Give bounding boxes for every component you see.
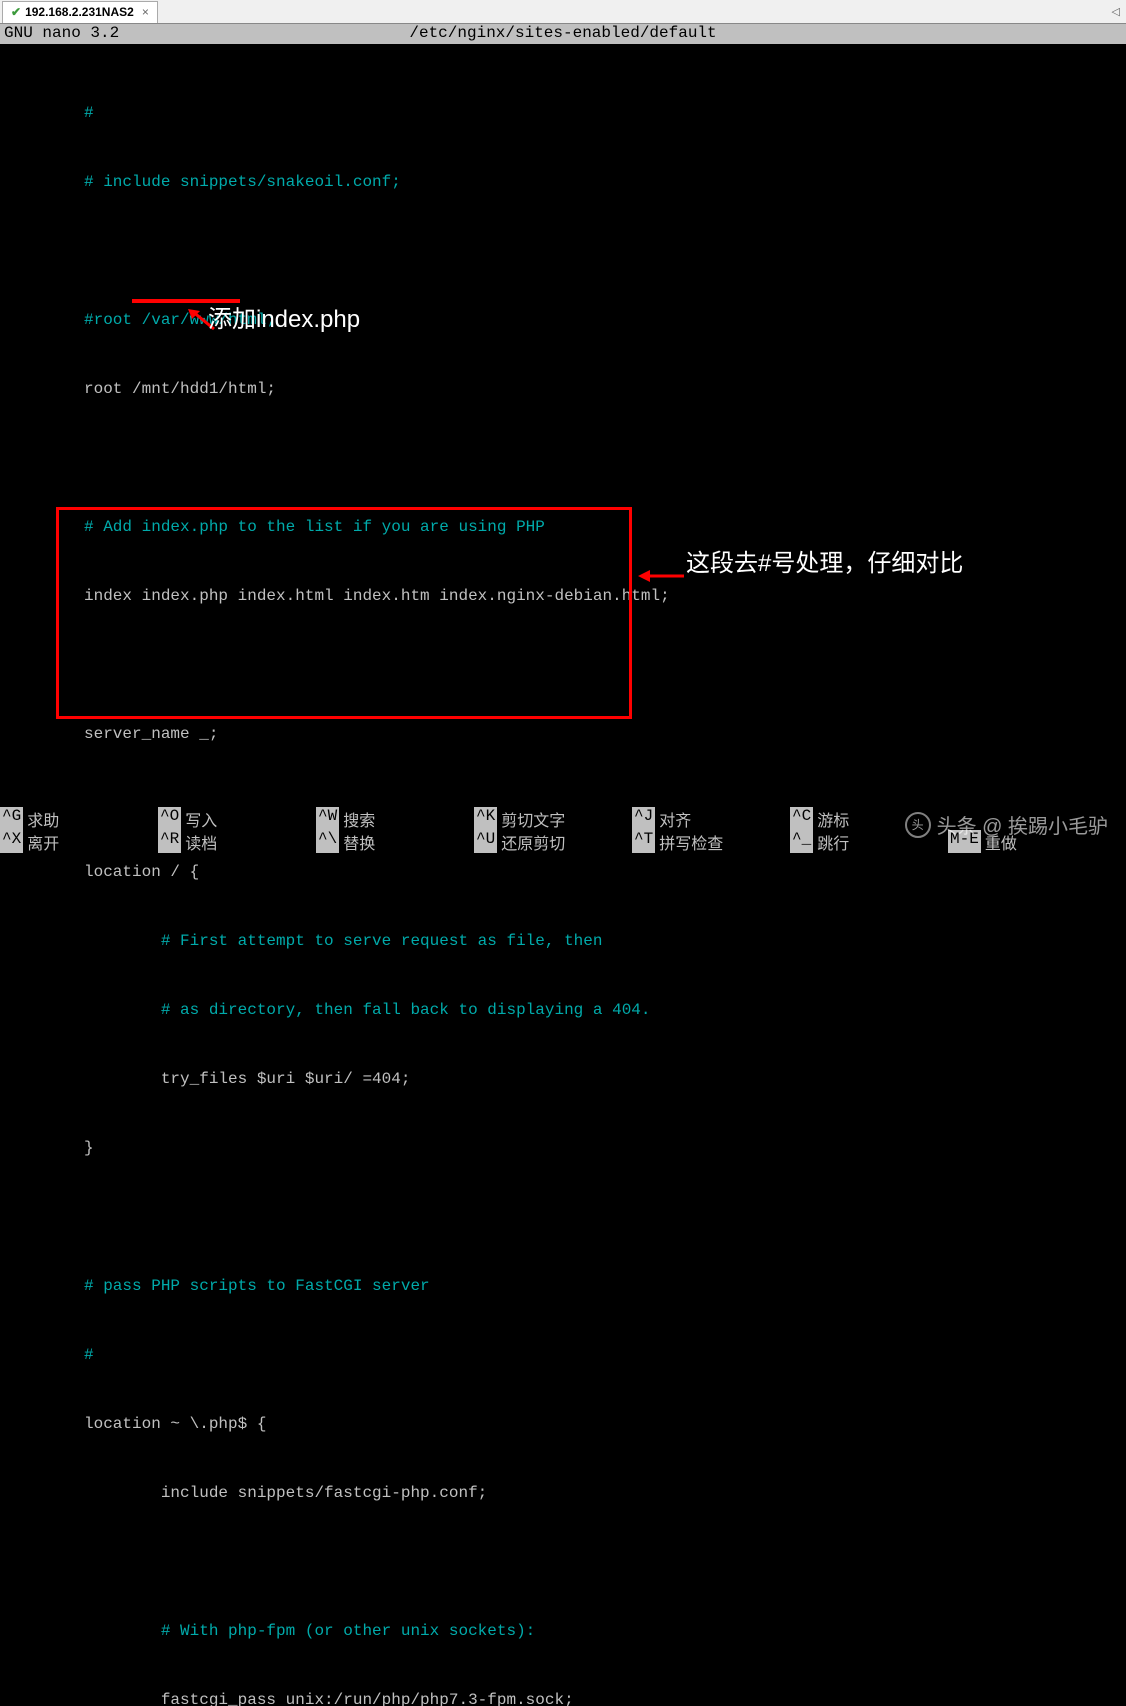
code-line: root /mnt/hdd1/html; [0, 378, 1126, 401]
code-line: # include snippets/snakeoil.conf; [0, 171, 1126, 194]
code-line: # pass PHP scripts to FastCGI server [0, 1275, 1126, 1298]
editor-app-name: GNU nano 3.2 [4, 24, 119, 44]
editor-content[interactable]: # # include snippets/snakeoil.conf; #roo… [0, 44, 1126, 1706]
annotation-text: 这段去#号处理，仔细对比 [686, 552, 963, 575]
shortcut-read[interactable]: ^R读档 [158, 830, 316, 853]
annotation-text: 添加index.php [208, 308, 360, 331]
code-line: # With php-fpm (or other unix sockets): [0, 1620, 1126, 1643]
code-line: fastcgi_pass unix:/run/php/php7.3-fpm.so… [0, 1689, 1126, 1706]
editor-title-bar: GNU nano 3.2 /etc/nginx/sites-enabled/de… [0, 24, 1126, 44]
tab[interactable]: ✔ 192.168.2.231NAS2 × [2, 1, 158, 23]
shortcut-writeout[interactable]: ^O写入 [158, 807, 316, 830]
shortcut-replace[interactable]: ^\替换 [316, 830, 474, 853]
code-line [0, 1206, 1126, 1229]
terminal: GNU nano 3.2 /etc/nginx/sites-enabled/de… [0, 24, 1126, 853]
code-line: try_files $uri $uri/ =404; [0, 1068, 1126, 1091]
code-line: # [0, 1344, 1126, 1367]
code-line [0, 1551, 1126, 1574]
code-line: include snippets/fastcgi-php.conf; [0, 1482, 1126, 1505]
shortcut-justify[interactable]: ^J对齐 [632, 807, 790, 830]
watermark-text: 头条 @ 挨踢小毛驴 [937, 810, 1108, 839]
code-line: location / { [0, 861, 1126, 884]
tab-title: 192.168.2.231NAS2 [25, 5, 134, 19]
arrow-icon [638, 566, 686, 586]
check-icon: ✔ [11, 5, 21, 19]
shortcut-help[interactable]: ^G求助 [0, 807, 158, 830]
highlight-box [56, 507, 632, 719]
editor-file-path: /etc/nginx/sites-enabled/default [409, 24, 716, 42]
shortcut-search[interactable]: ^W搜索 [316, 807, 474, 830]
code-line: server_name _; [0, 723, 1126, 746]
close-icon[interactable]: × [142, 5, 149, 19]
code-line: } [0, 1137, 1126, 1160]
shortcut-uncut[interactable]: ^U还原剪切 [474, 830, 632, 853]
shortcut-cut[interactable]: ^K剪切文字 [474, 807, 632, 830]
watermark: 头 头条 @ 挨踢小毛驴 [905, 810, 1108, 839]
code-line [0, 447, 1126, 470]
code-line: # First attempt to serve request as file… [0, 930, 1126, 953]
underline-annotation [132, 299, 240, 303]
shortcut-spell[interactable]: ^T拼写检查 [632, 830, 790, 853]
code-line [0, 240, 1126, 263]
code-line: # [0, 102, 1126, 125]
shortcut-exit[interactable]: ^X离开 [0, 830, 158, 853]
watermark-icon: 头 [905, 812, 931, 838]
code-line: # as directory, then fall back to displa… [0, 999, 1126, 1022]
tab-bar: ✔ 192.168.2.231NAS2 × ◁ [0, 0, 1126, 24]
code-line: location ~ \.php$ { [0, 1413, 1126, 1436]
tab-scroll-left-icon[interactable]: ◁ [1112, 5, 1120, 19]
code-line: #root /var/www/html; [0, 309, 1126, 332]
